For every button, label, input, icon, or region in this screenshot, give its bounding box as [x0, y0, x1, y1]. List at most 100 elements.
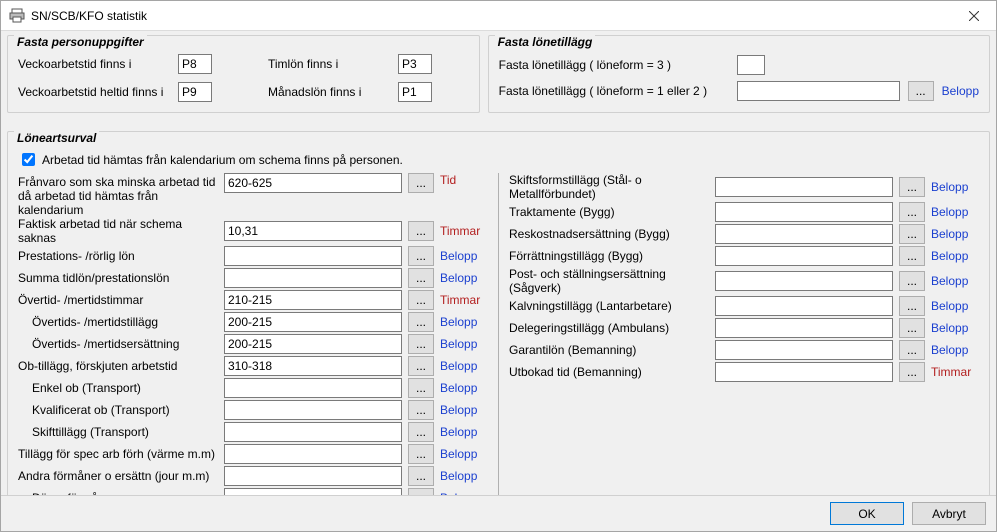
- left-input[interactable]: [224, 312, 402, 332]
- left-input[interactable]: [224, 334, 402, 354]
- button-bar: OK Avbryt: [1, 495, 996, 531]
- label-arbetad-tid-kalendarium[interactable]: Arbetad tid hämtas från kalendarium om s…: [42, 153, 403, 167]
- left-row: Därav förmåner...Belopp: [18, 487, 488, 495]
- unit-belopp: Belopp: [440, 315, 488, 329]
- left-browse-button[interactable]: ...: [408, 221, 434, 241]
- right-input[interactable]: [715, 318, 893, 338]
- left-input[interactable]: [224, 466, 402, 486]
- right-input[interactable]: [715, 362, 893, 382]
- unit-belopp: Belopp: [440, 249, 488, 263]
- unit-belopp: Belopp: [440, 337, 488, 351]
- left-row: Ob-tillägg, förskjuten arbetstid...Belop…: [18, 355, 488, 377]
- label-fasta-lonetillagg-12: Fasta lönetillägg ( löneform = 1 eller 2…: [499, 84, 729, 98]
- left-row: Tillägg för spec arb förh (värme m.m)...…: [18, 443, 488, 465]
- left-row: Övertid- /mertidstimmar...Timmar: [18, 289, 488, 311]
- left-browse-button[interactable]: ...: [408, 378, 434, 398]
- right-input[interactable]: [715, 271, 893, 291]
- right-browse-button[interactable]: ...: [899, 246, 925, 266]
- right-input[interactable]: [715, 224, 893, 244]
- left-browse-button[interactable]: ...: [408, 246, 434, 266]
- unit-belopp: Belopp: [440, 447, 488, 461]
- left-input[interactable]: [224, 378, 402, 398]
- right-label: Kalvningstillägg (Lantarbetare): [509, 299, 709, 313]
- left-label: Övertids- /mertidstillägg: [18, 315, 218, 329]
- left-label: Övertid- /mertidstimmar: [18, 293, 218, 307]
- left-input[interactable]: [224, 246, 402, 266]
- right-input[interactable]: [715, 296, 893, 316]
- checkbox-arbetad-tid-kalendarium[interactable]: [22, 153, 35, 166]
- right-browse-button[interactable]: ...: [899, 224, 925, 244]
- label-timlon: Timlön finns i: [268, 57, 398, 71]
- label-veckoarbetstid: Veckoarbetstid finns i: [18, 57, 178, 71]
- right-row: Kalvningstillägg (Lantarbetare)... Belopp: [509, 295, 979, 317]
- input-fasta-lonetillagg-3[interactable]: [737, 55, 765, 75]
- unit-belopp: Belopp: [931, 299, 979, 313]
- right-label: Delegeringstillägg (Ambulans): [509, 321, 709, 335]
- left-input[interactable]: [224, 290, 402, 310]
- right-input[interactable]: [715, 340, 893, 360]
- left-browse-button[interactable]: ...: [408, 444, 434, 464]
- left-label: Faktisk arbetad tid när schema saknas: [18, 217, 218, 245]
- right-row: Reskostnadsersättning (Bygg)...Belopp: [509, 223, 979, 245]
- right-row: Garantilön (Bemanning)...Belopp: [509, 339, 979, 361]
- input-manadslon[interactable]: [398, 82, 432, 102]
- left-browse-button[interactable]: ...: [408, 268, 434, 288]
- legend-fasta-person: Fasta personuppgifter: [14, 35, 147, 49]
- left-input[interactable]: [224, 173, 402, 193]
- right-browse-button[interactable]: ...: [899, 202, 925, 222]
- unit-timmar: Timmar: [440, 224, 488, 238]
- cancel-button[interactable]: Avbryt: [912, 502, 986, 525]
- left-input[interactable]: [224, 400, 402, 420]
- fieldset-fasta-personuppgifter: Fasta personuppgifter Veckoarbetstid fin…: [7, 35, 480, 113]
- left-browse-button[interactable]: ...: [408, 400, 434, 420]
- left-browse-button[interactable]: ...: [408, 290, 434, 310]
- right-label: Förrättningstillägg (Bygg): [509, 249, 709, 263]
- close-button[interactable]: [951, 1, 996, 31]
- ok-button[interactable]: OK: [830, 502, 904, 525]
- right-browse-button[interactable]: ...: [899, 271, 925, 291]
- unit-belopp: Belopp: [440, 381, 488, 395]
- left-row: Andra förmåner o ersättn (jour m.m)...Be…: [18, 465, 488, 487]
- right-input[interactable]: [715, 202, 893, 222]
- right-browse-button[interactable]: ...: [899, 296, 925, 316]
- unit-belopp: Belopp: [942, 84, 979, 98]
- unit-belopp: Belopp: [931, 180, 979, 194]
- left-label: Andra förmåner o ersättn (jour m.m): [18, 469, 218, 483]
- right-browse-button[interactable]: ...: [899, 318, 925, 338]
- left-row: Kvalificerat ob (Transport)...Belopp: [18, 399, 488, 421]
- input-veckoarbetstid[interactable]: [178, 54, 212, 74]
- left-input[interactable]: [224, 221, 402, 241]
- right-browse-button[interactable]: ...: [899, 177, 925, 197]
- right-row: Post- och ställningsersättning (Sågverk)…: [509, 267, 979, 295]
- left-input[interactable]: [224, 356, 402, 376]
- left-input[interactable]: [224, 422, 402, 442]
- left-browse-button[interactable]: ...: [408, 334, 434, 354]
- left-browse-button[interactable]: ...: [408, 173, 434, 193]
- content-area: Fasta personuppgifter Veckoarbetstid fin…: [1, 31, 996, 495]
- right-browse-button[interactable]: ...: [899, 362, 925, 382]
- right-row: Förrättningstillägg (Bygg)...Belopp: [509, 245, 979, 267]
- right-label: Reskostnadsersättning (Bygg): [509, 227, 709, 241]
- input-fasta-lonetillagg-12[interactable]: [737, 81, 900, 101]
- left-input[interactable]: [224, 444, 402, 464]
- left-row: Summa tidlön/prestationslön...Belopp: [18, 267, 488, 289]
- right-input[interactable]: [715, 246, 893, 266]
- input-veckoheltid[interactable]: [178, 82, 212, 102]
- left-browse-button[interactable]: ...: [408, 312, 434, 332]
- loneart-left-column: Frånvaro som ska minska arbetad tid då a…: [18, 173, 488, 495]
- unit-belopp: Belopp: [440, 425, 488, 439]
- left-browse-button[interactable]: ...: [408, 356, 434, 376]
- left-input[interactable]: [224, 268, 402, 288]
- browse-fasta-lonetillagg-12[interactable]: ...: [908, 81, 934, 101]
- right-input[interactable]: [715, 177, 893, 197]
- loneart-right-column: Skiftsformstillägg (Stål- o Metallförbun…: [498, 173, 979, 495]
- left-browse-button[interactable]: ...: [408, 466, 434, 486]
- left-browse-button[interactable]: ...: [408, 488, 434, 495]
- fieldset-fasta-lonetillagg: Fasta lönetillägg Fasta lönetillägg ( lö…: [488, 35, 990, 113]
- right-browse-button[interactable]: ...: [899, 340, 925, 360]
- left-label: Skifttillägg (Transport): [18, 425, 218, 439]
- left-row: Övertids- /mertidstillägg... Belopp: [18, 311, 488, 333]
- left-input[interactable]: [224, 488, 402, 495]
- left-browse-button[interactable]: ...: [408, 422, 434, 442]
- input-timlon[interactable]: [398, 54, 432, 74]
